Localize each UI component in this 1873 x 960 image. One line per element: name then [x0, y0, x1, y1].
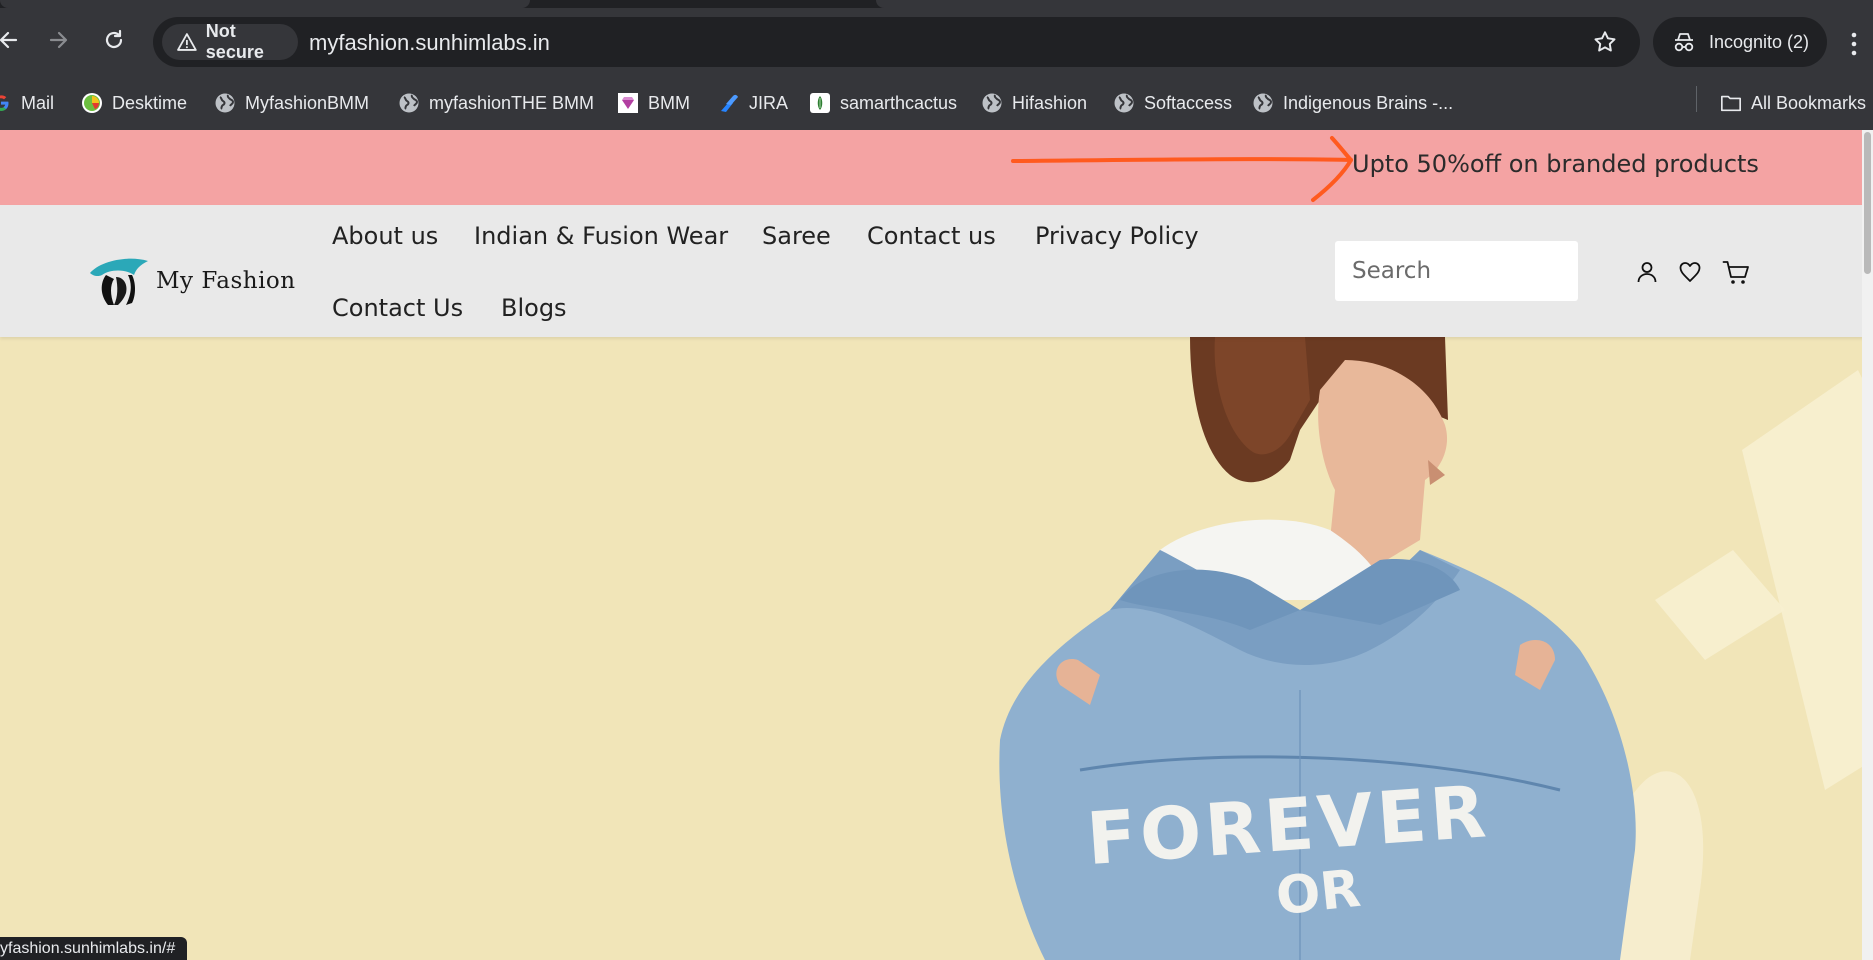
bookmarks-divider [1696, 86, 1697, 112]
forward-arrow-icon [49, 31, 68, 49]
desktime-icon [81, 92, 103, 114]
cart-icon[interactable] [1722, 260, 1750, 286]
nav-about-us[interactable]: About us [332, 222, 438, 250]
globe-icon [1252, 92, 1274, 114]
folder-icon [1720, 92, 1742, 114]
browser-tab[interactable] [876, 0, 1873, 8]
url-text[interactable]: myfashion.sunhimlabs.in [309, 30, 550, 56]
bookmark-jira[interactable]: JIRA [718, 86, 788, 120]
back-arrow-icon [0, 31, 18, 49]
incognito-indicator[interactable]: Incognito (2) [1653, 17, 1827, 67]
address-bar[interactable]: Not secure myfashion.sunhimlabs.in [153, 17, 1640, 67]
page-scrollbar[interactable] [1862, 130, 1873, 960]
reload-button[interactable] [96, 22, 132, 58]
forward-button[interactable] [41, 22, 77, 58]
logo-mark-icon [90, 258, 148, 305]
jira-icon [718, 92, 740, 114]
security-chip[interactable]: Not secure [162, 21, 298, 62]
bookmarks-bar: Mail Desktime MyfashionBMM myfashionTHE … [0, 76, 1873, 130]
search-box[interactable] [1335, 241, 1578, 301]
browser-tab[interactable] [0, 0, 530, 8]
bookmark-label: samarthcactus [840, 92, 958, 113]
bookmark-label: Mail [21, 92, 55, 113]
browser-toolbar: Not secure myfashion.sunhimlabs.in Incog… [0, 8, 1873, 76]
browser-menu-button[interactable] [1850, 32, 1858, 60]
bookmark-star-button[interactable] [1592, 29, 1618, 59]
jacket-print-line2: OR [1273, 859, 1363, 927]
warning-icon [177, 33, 197, 51]
globe-icon [398, 92, 420, 114]
account-icon[interactable] [1635, 260, 1659, 284]
search-input[interactable] [1352, 258, 1562, 284]
site-header: My Fashion About us Indian & Fusion Wear… [0, 205, 1873, 337]
nav-saree[interactable]: Saree [762, 222, 831, 250]
all-bookmarks-button[interactable]: All Bookmarks [1720, 86, 1866, 120]
bookmark-softaccess[interactable]: Softaccess [1113, 86, 1232, 120]
link-status-bar: yfashion.sunhimlabs.in/# [0, 937, 188, 960]
bookmark-desktime[interactable]: Desktime [81, 86, 187, 120]
orange-arrow-annotation [1011, 136, 1353, 202]
bookmark-label: Indigenous Brains -... [1283, 92, 1454, 113]
incognito-label: Incognito (2) [1709, 31, 1810, 52]
logo-text: My Fashion [156, 268, 296, 294]
globe-icon [981, 92, 1003, 114]
google-icon [0, 92, 12, 114]
bookmark-label: Desktime [112, 92, 188, 113]
bmm-icon [617, 92, 639, 114]
bookmark-indigenous-brains[interactable]: Indigenous Brains -... [1252, 86, 1453, 120]
reload-icon [105, 29, 123, 49]
bookmark-label: myfashionTHE BMM [429, 92, 595, 113]
globe-icon [1113, 92, 1135, 114]
wishlist-heart-icon[interactable] [1678, 260, 1702, 284]
bookmark-bmm[interactable]: BMM [617, 86, 690, 120]
site-logo[interactable]: My Fashion [88, 255, 296, 307]
back-button[interactable] [0, 22, 26, 58]
nav-contact-us-2[interactable]: Contact Us [332, 294, 463, 322]
bookmark-label: MyfashionBMM [245, 92, 370, 113]
tab-strip [0, 0, 1873, 8]
all-bookmarks-label: All Bookmarks [1751, 92, 1867, 113]
bookmark-label: BMM [648, 92, 690, 113]
globe-icon [214, 92, 236, 114]
star-icon [1594, 31, 1616, 52]
bookmark-mail[interactable]: Mail [0, 86, 54, 120]
bookmark-hifashion[interactable]: Hifashion [981, 86, 1087, 120]
nav-blogs[interactable]: Blogs [501, 294, 567, 322]
bookmark-label: JIRA [749, 92, 789, 113]
scrollbar-thumb[interactable] [1864, 132, 1871, 274]
promo-banner: Upto 50%off on branded products [0, 130, 1873, 205]
web-page: OR FOREVER Upto 50%off on branded produc… [0, 130, 1873, 960]
kebab-menu-icon [1851, 32, 1857, 56]
incognito-icon [1674, 33, 1694, 52]
bookmark-samarthcactus[interactable]: samarthcactus [809, 86, 957, 120]
bookmark-myfashionthe-bmm[interactable]: myfashionTHE BMM [398, 86, 594, 120]
bookmark-label: Softaccess [1144, 92, 1233, 113]
cactus-icon [809, 92, 831, 114]
nav-privacy-policy[interactable]: Privacy Policy [1035, 222, 1199, 250]
nav-contact-us[interactable]: Contact us [867, 222, 996, 250]
security-label: Not secure [205, 21, 264, 62]
bookmark-myfashionbmm[interactable]: MyfashionBMM [214, 86, 369, 120]
nav-indian-fusion-wear[interactable]: Indian & Fusion Wear [474, 222, 728, 250]
promo-text: Upto 50%off on branded products [1352, 150, 1759, 178]
bookmark-label: Hifashion [1012, 92, 1088, 113]
